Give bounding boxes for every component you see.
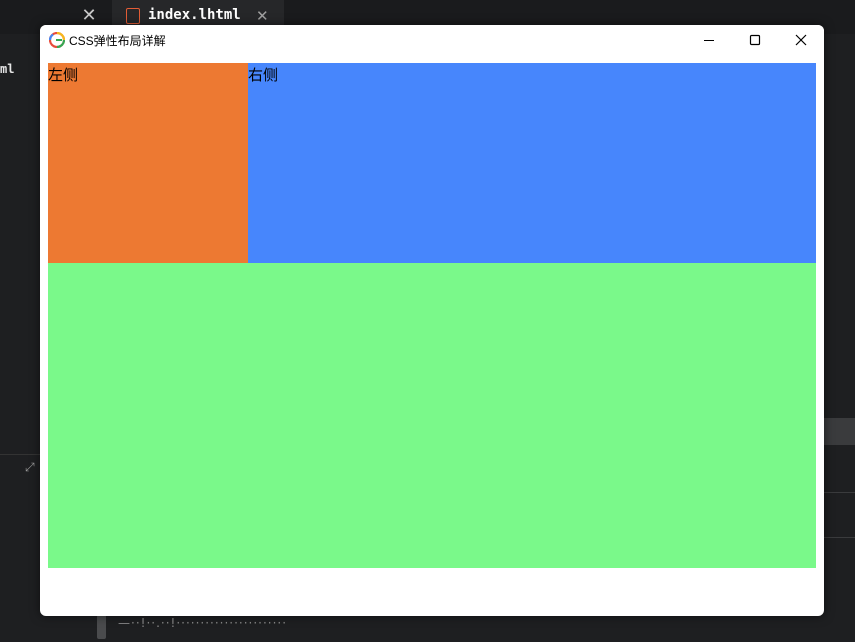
close-button[interactable] (778, 25, 824, 55)
browser-window: CSS弹性布局详解 左侧 右侧 (40, 25, 824, 616)
bottom-box (48, 263, 816, 568)
window-title: CSS弹性布局详解 (69, 34, 166, 48)
left-box-label: 左侧 (48, 66, 79, 84)
close-icon (795, 34, 807, 46)
expand-icon[interactable]: ⤢ (25, 460, 35, 475)
scrollbar[interactable] (97, 615, 106, 639)
divider (824, 492, 855, 493)
minimize-button[interactable] (686, 25, 732, 55)
divider (824, 537, 855, 538)
tab-close-icon[interactable]: ✕ (80, 6, 98, 26)
tab-file-name: index.lhtml (148, 7, 241, 23)
right-box-label: 右侧 (248, 66, 279, 84)
left-box: 左侧 (48, 63, 248, 263)
sidebar-file-fragment[interactable]: ml (0, 62, 14, 76)
maximize-icon (749, 34, 761, 46)
editor-code-fragment: —··!··.··!······················· (118, 616, 288, 630)
maximize-button[interactable] (732, 25, 778, 55)
browser-logo-icon (49, 32, 65, 48)
editor-right-strip (824, 418, 855, 445)
html-file-icon (126, 8, 140, 24)
right-box: 右侧 (248, 63, 816, 263)
tab-close-icon[interactable]: ✕ (256, 7, 269, 25)
page-viewport: 左侧 右侧 (48, 63, 816, 568)
title-bar[interactable]: CSS弹性布局详解 (40, 25, 824, 55)
minimize-icon (704, 40, 714, 41)
